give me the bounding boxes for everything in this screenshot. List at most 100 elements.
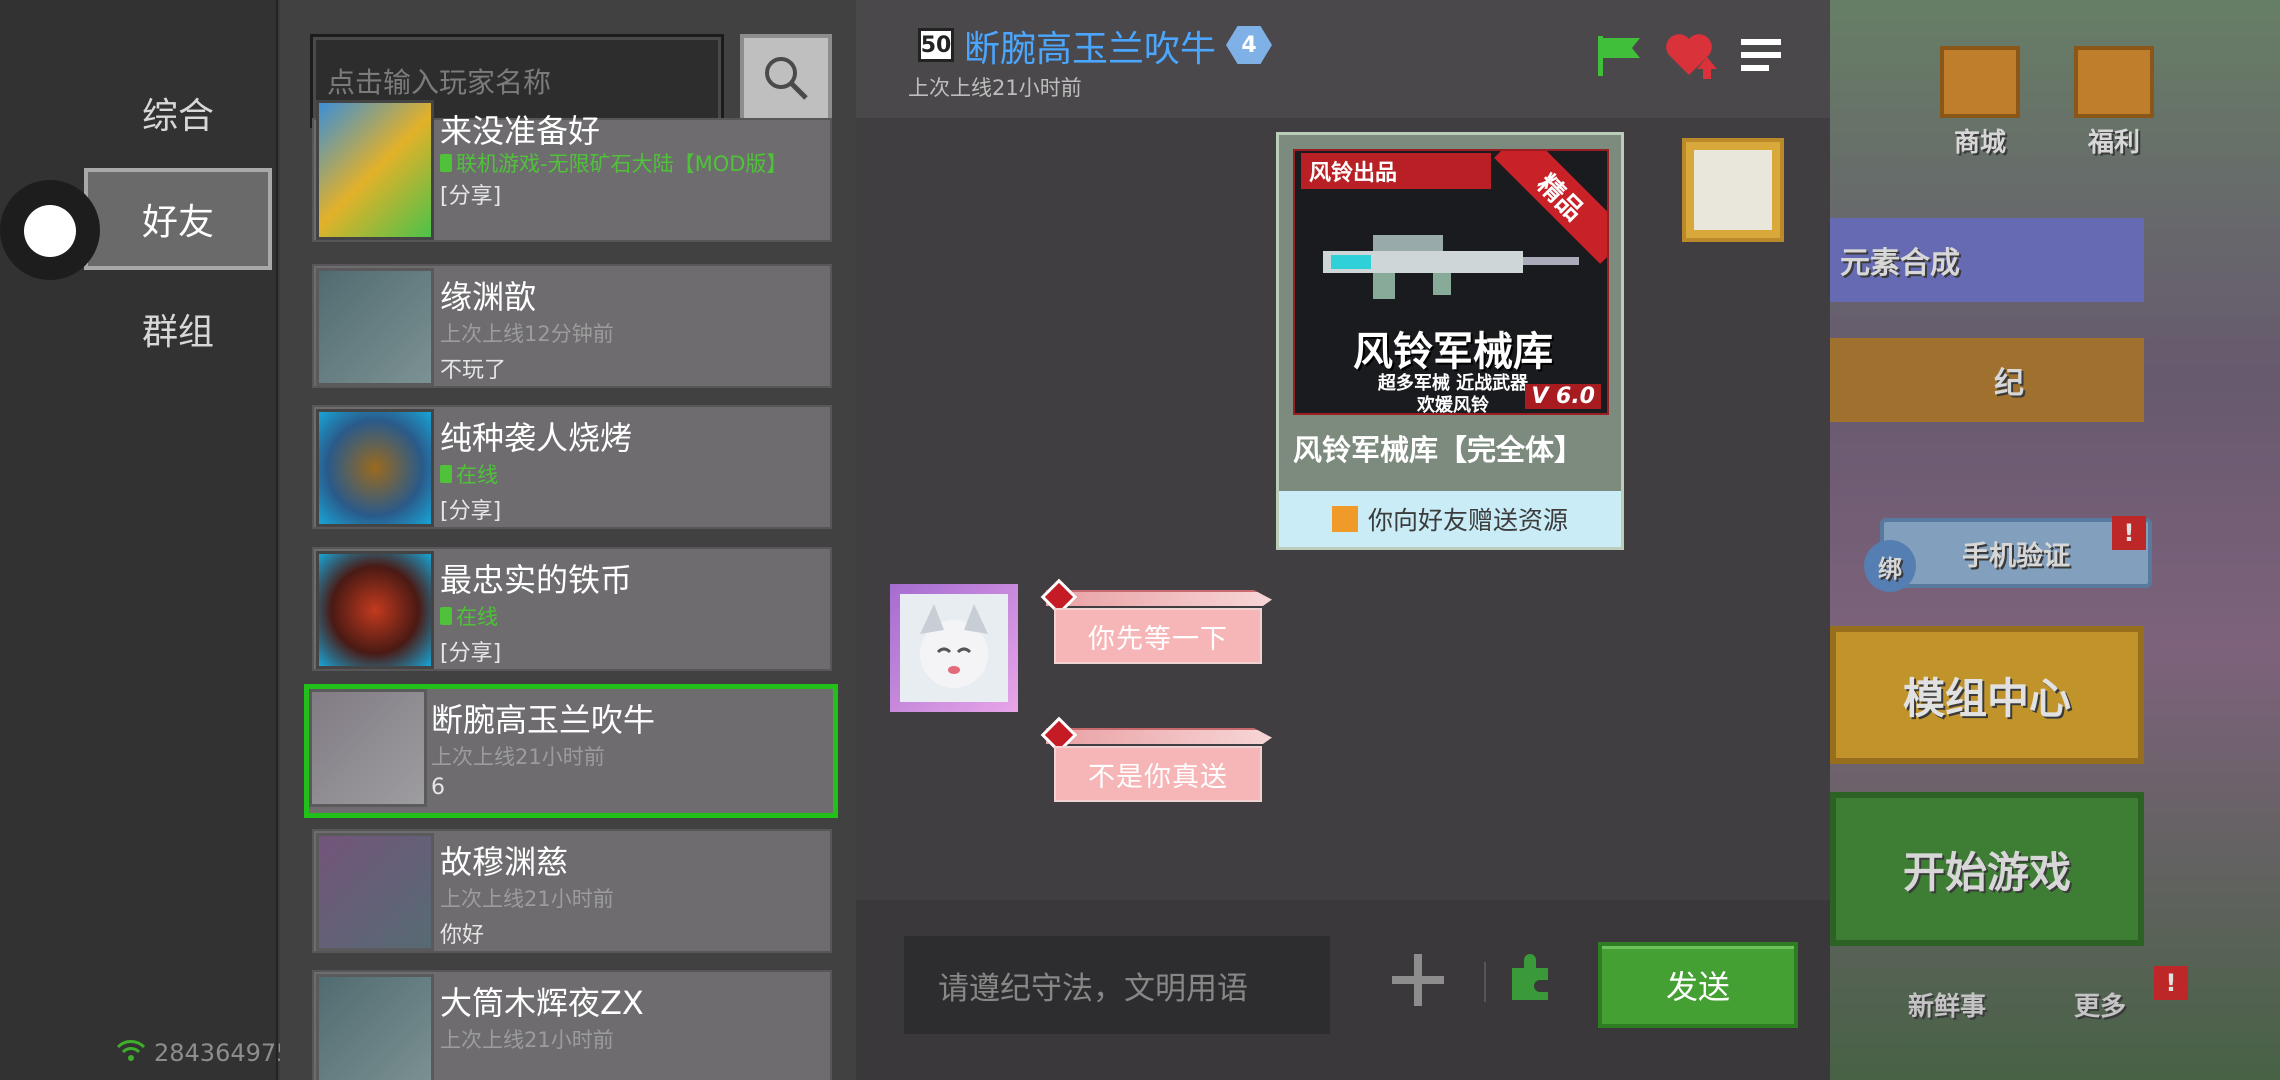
shop-label: 商城 (1953, 128, 2006, 158)
friend-list-item[interactable]: 纯种袭人烧烤 在线 [分享] (312, 405, 832, 529)
resource-gift-card[interactable]: 风铃出品 精品 风铃军械库 超多军械 近战武器 欢媛风铃 V 6.0 风铃军械库… (1276, 132, 1624, 550)
report-flag-button[interactable] (1592, 30, 1646, 84)
phone-icon (440, 465, 452, 483)
friend-last-message: 6 (431, 775, 445, 800)
my-avatar[interactable] (1682, 138, 1784, 242)
wifi-icon (116, 1038, 146, 1068)
search-icon (760, 52, 812, 108)
floating-ball-dot (24, 205, 76, 257)
chat-message-bubble[interactable]: 不是你真送 (1040, 716, 1272, 812)
chat-input-bar: 请遵纪守法，文明用语 发送 (856, 900, 1830, 1080)
puzzle-icon (1506, 954, 1558, 1008)
event-banner[interactable]: 纪 (1830, 338, 2144, 422)
friend-name: 故穆渊慈 (440, 843, 569, 881)
notification-badge: ! (2154, 966, 2188, 1000)
friend-list-item[interactable]: 故穆渊慈 上次上线21小时前 你好 (312, 829, 832, 953)
left-nav: 综合 好友 群组 2843649752 (0, 0, 307, 1080)
chat-message-text: 你先等一下 (1054, 608, 1262, 664)
friend-status: 联机游戏-无限矿石大陆【MOD版】 (440, 148, 787, 178)
friend-name: 纯种袭人烧烤 (440, 419, 633, 457)
puzzle-button[interactable] (1506, 952, 1558, 1004)
friend-last-message: [分享] (440, 499, 502, 524)
chat-message-text: 不是你真送 (1054, 746, 1262, 802)
rifle-icon (1323, 235, 1579, 299)
heart-up-icon (1663, 29, 1719, 85)
resource-title: 风铃军械库【完全体】 (1293, 433, 1584, 467)
resource-version: V 6.0 (1525, 384, 1601, 409)
friend-status: 在线 (440, 459, 498, 489)
friend-avatar (316, 833, 434, 951)
friend-name: 最忠实的铁币 (440, 561, 633, 599)
resource-brand: 风铃出品 (1301, 153, 1491, 189)
nav-tab-friends[interactable]: 好友 (84, 168, 272, 270)
flag-icon (1594, 32, 1644, 82)
like-button[interactable] (1664, 30, 1718, 84)
user-id-label: 2843649752 (116, 1038, 307, 1068)
chat-panel: 50 断腕高玉兰吹牛 4 上次上线21小时前 风铃出品 精品 风铃军械库 超多军… (856, 0, 1830, 1080)
chat-message-bubble[interactable]: 你先等一下 (1040, 578, 1272, 674)
friend-avatar (316, 268, 434, 386)
friend-name: 来没准备好 (440, 112, 601, 150)
bubble-frame (1046, 728, 1272, 744)
friend-avatar (316, 100, 434, 240)
plus-icon[interactable] (1386, 948, 1450, 1012)
bubble-frame (1046, 590, 1272, 606)
friend-status: 上次上线21小时前 (431, 745, 605, 769)
friend-name: 断腕高玉兰吹牛 (431, 701, 656, 739)
chat-message-input[interactable]: 请遵纪守法，文明用语 (904, 936, 1330, 1034)
gift-caption-bar: 你向好友赠送资源 (1279, 491, 1621, 547)
gift-icon (1331, 506, 1358, 532)
friend-avatar (309, 689, 427, 807)
level-badge: 50 (918, 28, 954, 62)
start-game-button[interactable]: 开始游戏 (1830, 792, 2144, 946)
divider (1484, 962, 1486, 1002)
gift-caption: 你向好友赠送资源 (1367, 506, 1568, 535)
vip-badge: 4 (1226, 26, 1272, 64)
friend-status: 上次上线21小时前 (440, 887, 614, 911)
friend-status: 在线 (440, 601, 498, 631)
friend-avatar (316, 974, 434, 1080)
search-button[interactable] (740, 34, 832, 126)
friend-chat-avatar[interactable] (890, 584, 1018, 712)
friend-name: 缘渊歆 (440, 278, 537, 316)
friend-last-message: [分享] (440, 641, 502, 666)
friend-last-message: 你好 (440, 923, 485, 948)
welfare-label: 福利 (2087, 128, 2140, 158)
friend-last-message: [分享] (440, 184, 502, 209)
friend-list-item[interactable]: 大筒木辉夜ZX 上次上线21小时前 (312, 970, 832, 1080)
chat-partner-last-online: 上次上线21小时前 (908, 76, 1082, 100)
news-button[interactable]: 新鲜事 (1882, 986, 2012, 1023)
chat-partner-name[interactable]: 断腕高玉兰吹牛 (964, 20, 1216, 72)
welfare-icon[interactable] (2074, 46, 2154, 118)
friend-name: 大筒木辉夜ZX (440, 984, 644, 1022)
element-synthesis-banner[interactable]: 元素合成 (1830, 218, 2144, 302)
friend-avatar (316, 551, 434, 669)
friend-avatar (316, 409, 434, 527)
friend-list-panel: 点击输入玩家名称 来没准备好 联机游戏-无限矿石大陆【MOD版】 [分享] 缘渊… (280, 0, 856, 1080)
floating-ball-button[interactable] (0, 180, 100, 280)
nav-tab-groups[interactable]: 群组 (84, 278, 272, 380)
friend-list-item-selected[interactable]: 断腕高玉兰吹牛 上次上线21小时前 6 (304, 684, 838, 818)
avatar-image (1694, 150, 1772, 230)
nav-tab-general[interactable]: 综合 (84, 62, 272, 164)
friend-list-item[interactable]: 最忠实的铁币 在线 [分享] (312, 547, 832, 671)
send-button[interactable]: 发送 (1598, 942, 1798, 1028)
friend-status: 上次上线12分钟前 (440, 322, 614, 346)
more-button[interactable]: 更多 (2040, 986, 2160, 1023)
menu-icon (1739, 35, 1783, 79)
mod-center-button[interactable]: 模组中心 (1830, 626, 2144, 764)
chat-header: 50 断腕高玉兰吹牛 4 上次上线21小时前 (856, 0, 1830, 118)
phone-icon (440, 154, 452, 172)
menu-button[interactable] (1734, 30, 1788, 84)
resource-cover-image: 风铃出品 精品 风铃军械库 超多军械 近战武器 欢媛风铃 V 6.0 (1293, 149, 1609, 415)
lobby-background: 商城 福利 元素合成 纪 手机验证 绑 ! 模组中心 开始游戏 新鲜事 更多 ! (1830, 0, 2280, 1080)
friend-status: 上次上线21小时前 (440, 1028, 614, 1052)
friend-list-item[interactable]: 来没准备好 联机游戏-无限矿石大陆【MOD版】 [分享] (312, 100, 832, 242)
avatar-image (900, 594, 1008, 702)
phone-icon (440, 607, 452, 625)
friend-list-item[interactable]: 缘渊歆 上次上线12分钟前 不玩了 (312, 264, 832, 388)
shop-icon[interactable] (1940, 46, 2020, 118)
notification-badge: ! (2112, 516, 2146, 550)
friend-last-message: 不玩了 (440, 358, 507, 383)
bind-icon: 绑 (1864, 540, 1916, 592)
